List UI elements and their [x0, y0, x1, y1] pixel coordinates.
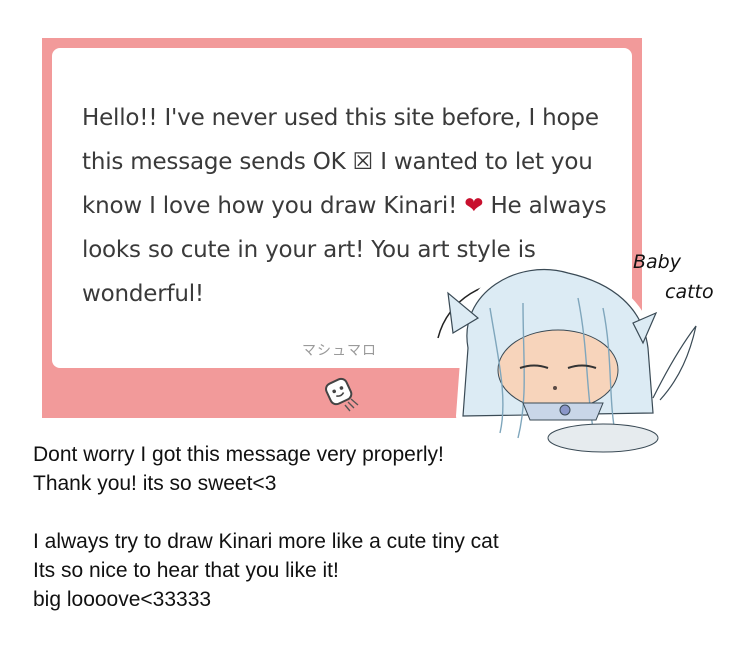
box-glyph: ☒ — [352, 149, 374, 175]
brand-label: マシュマロ — [302, 343, 377, 359]
reply-line: I always try to draw Kinari more like a … — [33, 530, 499, 553]
reply-line — [33, 498, 713, 527]
handwriting-baby: Baby — [633, 251, 682, 273]
reply-line: Thank you! its so sweet<3 — [33, 472, 277, 495]
chibi-drawing — [437, 262, 697, 453]
reply-text: Dont worry I got this message very prope… — [33, 440, 713, 614]
reply-line: big loooove<33333 — [33, 588, 212, 611]
marshmallow-icon — [325, 377, 359, 412]
handwriting-catto: catto — [665, 281, 714, 303]
reply-line: Dont worry I got this message very prope… — [33, 443, 444, 466]
heart-icon: ❤ — [464, 193, 484, 219]
reply-line: Its so nice to hear that you like it! — [33, 559, 339, 582]
kinari-chibi-illustration: Baby catto — [437, 251, 714, 453]
